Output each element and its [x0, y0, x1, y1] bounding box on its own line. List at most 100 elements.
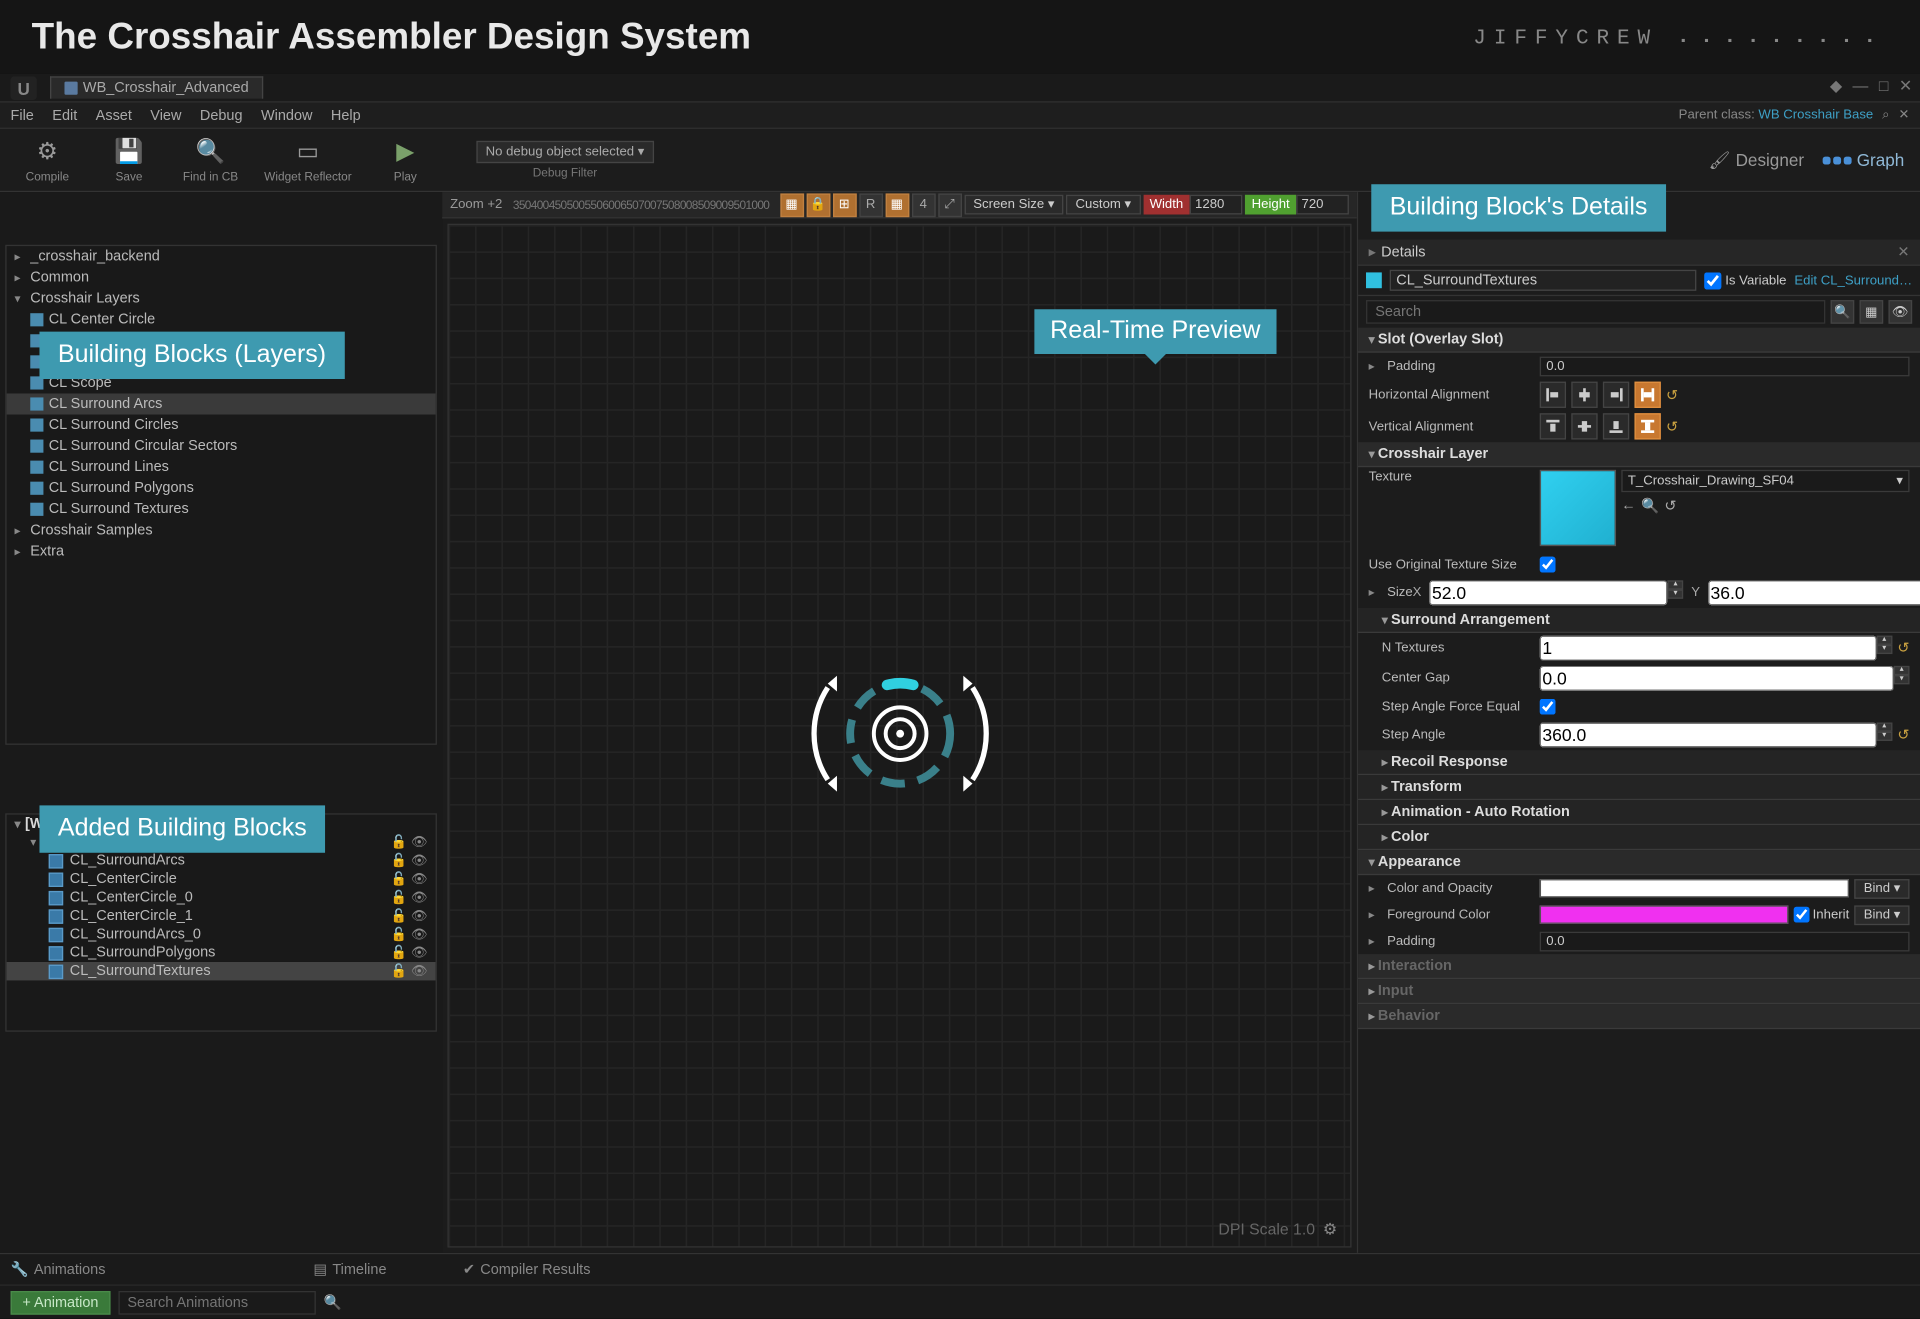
category-slot[interactable]: Slot (Overlay Slot)	[1358, 328, 1920, 353]
maximize-button[interactable]: □	[1879, 76, 1889, 94]
palette-category[interactable]: ▾Crosshair Layers	[7, 288, 436, 309]
bind-color-button[interactable]: Bind ▾	[1854, 878, 1909, 898]
lock-icon[interactable]: 🔓	[391, 964, 407, 978]
palette-item[interactable]: CL Center Circle	[7, 309, 436, 330]
category-input[interactable]: Input	[1358, 979, 1920, 1004]
appearance-padding-input[interactable]	[1540, 931, 1910, 951]
tab-animations[interactable]: 🔧Animations	[11, 1261, 106, 1278]
grid-count[interactable]: 4	[911, 193, 935, 217]
bind-fg-button[interactable]: Bind ▾	[1854, 905, 1909, 925]
size-x-input[interactable]	[1429, 580, 1667, 605]
tab-timeline[interactable]: ▤Timeline	[313, 1261, 386, 1278]
halign-right[interactable]	[1603, 382, 1629, 408]
edit-class-link[interactable]: Edit CL_Surround…	[1794, 273, 1912, 287]
palette-category[interactable]: ▸Crosshair Samples	[7, 520, 436, 541]
texture-browse-icon[interactable]: 🔍	[1641, 497, 1659, 514]
height-input[interactable]	[1296, 195, 1349, 215]
details-search-input[interactable]	[1366, 300, 1825, 324]
search-icon[interactable]: 🔍	[1831, 300, 1855, 324]
add-animation-button[interactable]: + Animation	[11, 1290, 111, 1314]
palette-item[interactable]: CL Surround Lines	[7, 457, 436, 478]
details-tab[interactable]: ▸ Details ✕	[1358, 240, 1920, 266]
eye-icon[interactable]: 👁	[411, 853, 428, 867]
halign-fill[interactable]	[1634, 382, 1660, 408]
force-equal-checkbox[interactable]	[1540, 699, 1556, 715]
valign-top[interactable]	[1540, 413, 1566, 439]
lock-icon[interactable]: 🔓	[391, 909, 407, 923]
widget-reflector-button[interactable]: ▭ Widget Reflector	[255, 131, 360, 189]
padding-input[interactable]	[1540, 356, 1910, 376]
screen-size-combo[interactable]: Screen Size ▾	[964, 195, 1064, 215]
reset-ntex[interactable]: ↺	[1897, 640, 1909, 657]
view-grid-icon[interactable]: ▦	[1860, 300, 1884, 324]
tab-compiler-results[interactable]: ✔Compiler Results	[463, 1261, 591, 1278]
parent-class-link[interactable]: WB Crosshair Base	[1758, 108, 1873, 122]
eye-icon[interactable]: 👁	[411, 909, 428, 923]
step-angle-input[interactable]	[1540, 722, 1877, 747]
texture-reset-icon[interactable]: ↺	[1664, 497, 1676, 514]
foreground-color-swatch[interactable]	[1540, 905, 1789, 923]
save-button[interactable]: 💾 Save	[92, 131, 166, 189]
widget-name-input[interactable]	[1390, 270, 1697, 291]
lock-icon[interactable]: 🔓	[391, 927, 407, 941]
eye-icon[interactable]: 👁	[411, 835, 428, 849]
unreal-logo-icon[interactable]: U	[11, 76, 37, 100]
lock-icon[interactable]: 🔓	[391, 890, 407, 904]
design-canvas[interactable]: Real-Time Preview	[447, 224, 1351, 1248]
lock-toggle[interactable]: 🔒	[806, 193, 830, 217]
hierarchy-item[interactable]: CL_SurroundArcs_0🔓👁	[7, 925, 436, 943]
compile-button[interactable]: ⚙ Compile	[11, 131, 85, 189]
palette-item[interactable]: CL Surround Arcs	[7, 393, 436, 414]
menu-window[interactable]: Window	[261, 107, 312, 123]
reset-step[interactable]: ↺	[1897, 726, 1909, 743]
search-icon[interactable]: 🔍	[323, 1294, 341, 1311]
category-appearance[interactable]: Appearance	[1358, 850, 1920, 875]
dpi-settings-icon[interactable]: ⚙	[1323, 1220, 1337, 1238]
document-tab[interactable]: WB_Crosshair_Advanced	[50, 76, 263, 98]
center-gap-input[interactable]	[1540, 666, 1894, 691]
is-variable-checkbox[interactable]: Is Variable	[1704, 272, 1786, 289]
eye-icon[interactable]: 👁	[411, 964, 428, 978]
valign-bottom[interactable]	[1603, 413, 1629, 439]
hierarchy-item[interactable]: CL_SurroundPolygons🔓👁	[7, 944, 436, 962]
minimize-button[interactable]: —	[1853, 76, 1869, 94]
menu-view[interactable]: View	[150, 107, 181, 123]
palette-item[interactable]: CL Surround Circular Sectors	[7, 436, 436, 457]
hierarchy-item[interactable]: CL_CenterCircle_1🔓👁	[7, 907, 436, 925]
menu-asset[interactable]: Asset	[96, 107, 132, 123]
eye-icon[interactable]: 👁	[411, 946, 428, 960]
notify-icon[interactable]: ◆	[1830, 76, 1842, 94]
width-input[interactable]	[1190, 195, 1243, 215]
palette-category[interactable]: ▸Common	[7, 267, 436, 288]
menu-debug[interactable]: Debug	[200, 107, 243, 123]
hierarchy-item[interactable]: CL_SurroundArcs🔓👁	[7, 851, 436, 869]
debug-object-combo[interactable]: No debug object selected ▾	[476, 141, 653, 163]
menu-edit[interactable]: Edit	[52, 107, 77, 123]
category-recoil[interactable]: Recoil Response	[1358, 750, 1920, 775]
designer-mode-button[interactable]: 🖌 Designer	[1709, 149, 1804, 170]
view-eye-icon[interactable]: 👁	[1888, 300, 1912, 324]
palette-item[interactable]: CL Surround Textures	[7, 499, 436, 520]
search-animations-input[interactable]	[118, 1290, 315, 1314]
lock-icon[interactable]: 🔓	[391, 946, 407, 960]
menu-file[interactable]: File	[11, 107, 34, 123]
find-button[interactable]: 🔍 Find in CB	[174, 131, 248, 189]
hierarchy-item[interactable]: CL_SurroundTextures🔓👁	[7, 962, 436, 980]
texture-back-icon[interactable]: ←	[1621, 497, 1635, 514]
browse-icon[interactable]: ✕	[1898, 108, 1909, 122]
category-surround-arrangement[interactable]: Surround Arrangement	[1358, 608, 1920, 633]
menu-help[interactable]: Help	[331, 107, 361, 123]
category-behavior[interactable]: Behavior	[1358, 1004, 1920, 1029]
texture-asset-combo[interactable]: T_Crosshair_Drawing_SF04▾	[1621, 470, 1909, 492]
lock-icon[interactable]: 🔓	[391, 835, 407, 849]
hierarchy-item[interactable]: CL_CenterCircle_0🔓👁	[7, 888, 436, 906]
palette-item[interactable]: CL Surround Circles	[7, 415, 436, 436]
palette-category[interactable]: ▸Extra	[7, 541, 436, 562]
size-y-input[interactable]	[1708, 580, 1920, 605]
goto-icon[interactable]: ⌕	[1882, 108, 1889, 122]
layout-toggle[interactable]: ⊞	[832, 193, 856, 217]
play-button[interactable]: ▶ Play	[368, 131, 442, 189]
palette-category[interactable]: ▸_crosshair_backend	[7, 246, 436, 267]
category-color[interactable]: Color	[1358, 825, 1920, 850]
lock-icon[interactable]: 🔓	[391, 853, 407, 867]
